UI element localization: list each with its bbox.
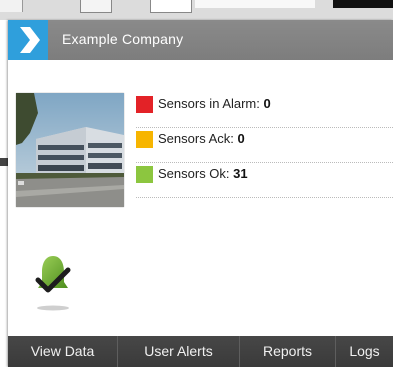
panel-header[interactable]: Example Company: [8, 20, 393, 60]
background-panel: [195, 0, 315, 8]
ok-status-swatch: [136, 166, 153, 183]
status-row-ok[interactable]: Sensors Ok: 31: [136, 163, 393, 198]
site-panel: Example Company Sensors in Alarm: 0 Sens…: [8, 20, 393, 367]
status-count: 31: [233, 166, 248, 181]
building-photo: [16, 93, 124, 207]
alarm-status-swatch: [136, 96, 153, 113]
status-count: 0: [237, 131, 245, 146]
background-panel: [80, 0, 112, 13]
background-app-toolbar: [0, 0, 393, 20]
sensor-status-list: Sensors in Alarm: 0 Sensors Ack: 0 Senso…: [136, 93, 393, 198]
chevron-right-icon: [20, 27, 40, 53]
logo[interactable]: [8, 20, 48, 60]
alarm-checkmark-icon: [34, 252, 72, 319]
background-panel: [333, 0, 393, 8]
footer-nav: View Data User Alerts Reports Logs: [8, 336, 393, 367]
status-label: Sensors Ok:: [158, 166, 230, 181]
tab-reports[interactable]: Reports: [240, 336, 336, 367]
background-panel: [150, 0, 192, 13]
status-row-alarm[interactable]: Sensors in Alarm: 0: [136, 93, 393, 128]
company-name: Example Company: [62, 31, 184, 47]
status-label: Sensors in Alarm:: [158, 96, 260, 111]
tab-user-alerts[interactable]: User Alerts: [118, 336, 240, 367]
tab-view-data[interactable]: View Data: [8, 336, 118, 367]
ack-status-swatch: [136, 131, 153, 148]
status-count: 0: [263, 96, 271, 111]
status-label: Sensors Ack:: [158, 131, 234, 146]
background-panel: [0, 0, 23, 12]
status-row-ack[interactable]: Sensors Ack: 0: [136, 128, 393, 163]
tab-logs[interactable]: Logs: [336, 336, 393, 367]
